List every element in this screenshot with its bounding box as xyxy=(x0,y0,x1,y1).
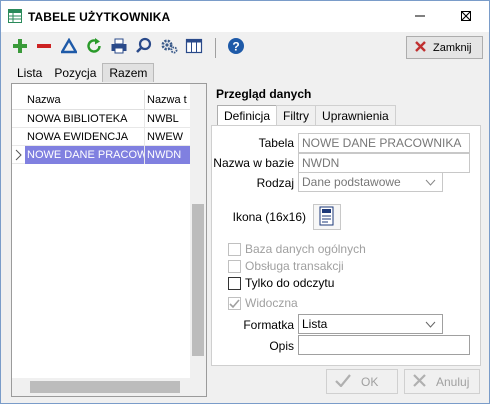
close-x-icon xyxy=(413,373,426,390)
tab-lista[interactable]: Lista xyxy=(11,63,48,82)
add-button[interactable] xyxy=(9,36,31,58)
opis-field[interactable] xyxy=(298,335,470,355)
ok-label: OK xyxy=(361,374,379,389)
table-row[interactable]: NOWA BIBLIOTEKA NWBL xyxy=(12,110,190,128)
table-row[interactable]: NOWA EWIDENCJA NWEW xyxy=(12,128,190,146)
checkbox-baza-danych-label: Baza danych ogólnych xyxy=(245,242,366,256)
checkbox-widoczna[interactable]: Widoczna xyxy=(228,296,298,310)
gear-icon xyxy=(160,37,178,58)
table-row-selected[interactable]: NOWE DANE PRACOWNI NWDN xyxy=(12,146,190,164)
cancel-button[interactable]: Anuluj xyxy=(404,369,480,394)
checkmark-icon xyxy=(335,373,351,390)
checkbox-obsluga-transakcji[interactable]: Obsługa transakcji xyxy=(228,259,344,273)
settings-button[interactable] xyxy=(158,36,180,58)
row-code: NWEW xyxy=(147,131,184,143)
ok-button[interactable]: OK xyxy=(326,369,398,394)
row-pointer-icon xyxy=(12,146,25,164)
row-name: NOWE DANE PRACOWNI xyxy=(25,146,145,164)
column-header-nazwa[interactable]: Nazwa xyxy=(25,90,145,110)
tab-uprawnienia[interactable]: Uprawnienia xyxy=(315,105,396,125)
close-button-label: Zamknij xyxy=(433,41,472,54)
close-x-red-icon xyxy=(415,40,426,55)
tab-lista-label: Lista xyxy=(17,65,43,80)
horizontal-scrollbar[interactable] xyxy=(12,378,190,396)
checkbox-box xyxy=(228,242,241,256)
print-button[interactable] xyxy=(108,36,130,58)
row-code: NWBL xyxy=(147,113,179,125)
document-icon xyxy=(318,206,336,229)
minus-icon xyxy=(36,38,52,57)
cancel-label: Anuluj xyxy=(436,374,470,389)
refresh-button[interactable] xyxy=(83,36,105,58)
tabela-label: Tabela xyxy=(258,136,294,150)
opis-label: Opis xyxy=(269,339,294,353)
checkbox-box xyxy=(228,276,241,290)
printer-icon xyxy=(110,37,128,58)
refresh-icon xyxy=(85,37,103,58)
details-panel: Przegląd danych Definicja Filtry Uprawni… xyxy=(211,85,481,367)
close-button[interactable]: Zamknij xyxy=(406,36,483,59)
svg-text:?: ? xyxy=(232,39,239,53)
help-icon: ? xyxy=(227,37,245,58)
tab-definicja[interactable]: Definicja xyxy=(217,105,278,125)
columns-icon xyxy=(185,37,203,58)
formatka-label: Formatka xyxy=(243,318,294,332)
edit-button[interactable] xyxy=(58,36,80,58)
details-tab-bar: Definicja Filtry Uprawnienia xyxy=(217,105,396,125)
definition-panel: Tabela NOWE DANE PRACOWNIKA Nazwa w bazi… xyxy=(211,125,481,366)
tab-filtry-label: Filtry xyxy=(283,108,310,123)
vertical-scrollbar[interactable] xyxy=(190,84,206,396)
tab-razem-label: Razem xyxy=(109,66,148,80)
horizontal-scroll-thumb[interactable] xyxy=(30,381,180,393)
rodzaj-label: Rodzaj xyxy=(256,176,294,190)
row-name: NOWA BIBLIOTEKA xyxy=(25,110,145,128)
row-code: NWDN xyxy=(145,146,190,164)
formatka-value: Lista xyxy=(302,317,328,331)
columns-button[interactable] xyxy=(183,36,205,58)
delete-button[interactable] xyxy=(33,36,55,58)
search-icon xyxy=(135,37,153,58)
table-app-icon xyxy=(8,9,22,23)
tab-definicja-label: Definicja xyxy=(224,108,271,123)
grid-header: Nazwa Nazwa t xyxy=(12,90,190,110)
tab-pozycja[interactable]: Pozycja xyxy=(48,63,102,82)
window-title: TABELE UŻYTKOWNIKA xyxy=(28,10,171,24)
checkbox-box xyxy=(228,259,241,273)
window-close-button[interactable] xyxy=(443,1,489,32)
chevron-down-icon xyxy=(425,175,436,189)
rodzaj-value: Dane podstawowe xyxy=(302,175,401,189)
plus-icon xyxy=(12,38,28,57)
checkbox-tylko-do-odczytu[interactable]: Tylko do odczytu xyxy=(228,276,334,290)
main-window: TABELE UŻYTKOWNIKA ? Zamknij Lista Pozyc… xyxy=(0,0,490,404)
checkbox-baza-danych[interactable]: Baza danych ogólnych xyxy=(228,242,366,256)
checkbox-tylko-do-odczytu-label: Tylko do odczytu xyxy=(245,276,335,290)
tabela-field[interactable]: NOWE DANE PRACOWNIKA xyxy=(298,133,470,153)
row-name: NOWA EWIDENCJA xyxy=(25,128,145,146)
table-list-grid: Nazwa Nazwa t NOWA BIBLIOTEKA NWBL NOWA … xyxy=(11,83,207,397)
top-tab-bar: Lista Pozycja Razem xyxy=(11,63,155,82)
tab-pozycja-label: Pozycja xyxy=(54,65,97,80)
tab-filtry[interactable]: Filtry xyxy=(276,105,317,125)
checkmark-icon xyxy=(228,296,241,310)
column-header-nazwa-tabeli[interactable]: Nazwa t xyxy=(145,90,190,110)
nazwa-w-bazie-field[interactable]: NWDN xyxy=(298,153,470,173)
rodzaj-select[interactable]: Dane podstawowe xyxy=(298,172,443,192)
triangle-icon xyxy=(59,37,79,57)
help-button[interactable]: ? xyxy=(225,36,247,58)
search-button[interactable] xyxy=(133,36,155,58)
details-title: Przegląd danych xyxy=(216,87,312,101)
checkbox-obsluga-transakcji-label: Obsługa transakcji xyxy=(245,259,344,273)
close-x-icon xyxy=(460,10,472,24)
checkbox-widoczna-label: Widoczna xyxy=(245,296,298,310)
tab-uprawnienia-label: Uprawnienia xyxy=(322,108,389,123)
toolbar-separator xyxy=(215,38,216,58)
formatka-select[interactable]: Lista xyxy=(298,314,443,334)
vertical-scroll-thumb[interactable] xyxy=(192,204,204,356)
icon-picker-button[interactable] xyxy=(313,204,341,230)
title-bar: TABELE UŻYTKOWNIKA xyxy=(1,1,489,32)
chevron-down-icon xyxy=(425,317,436,331)
nazwa-w-bazie-label: Nazwa w bazie xyxy=(213,156,294,170)
tab-razem[interactable]: Razem xyxy=(102,63,155,82)
ikona-label: Ikona (16x16) xyxy=(232,210,306,224)
